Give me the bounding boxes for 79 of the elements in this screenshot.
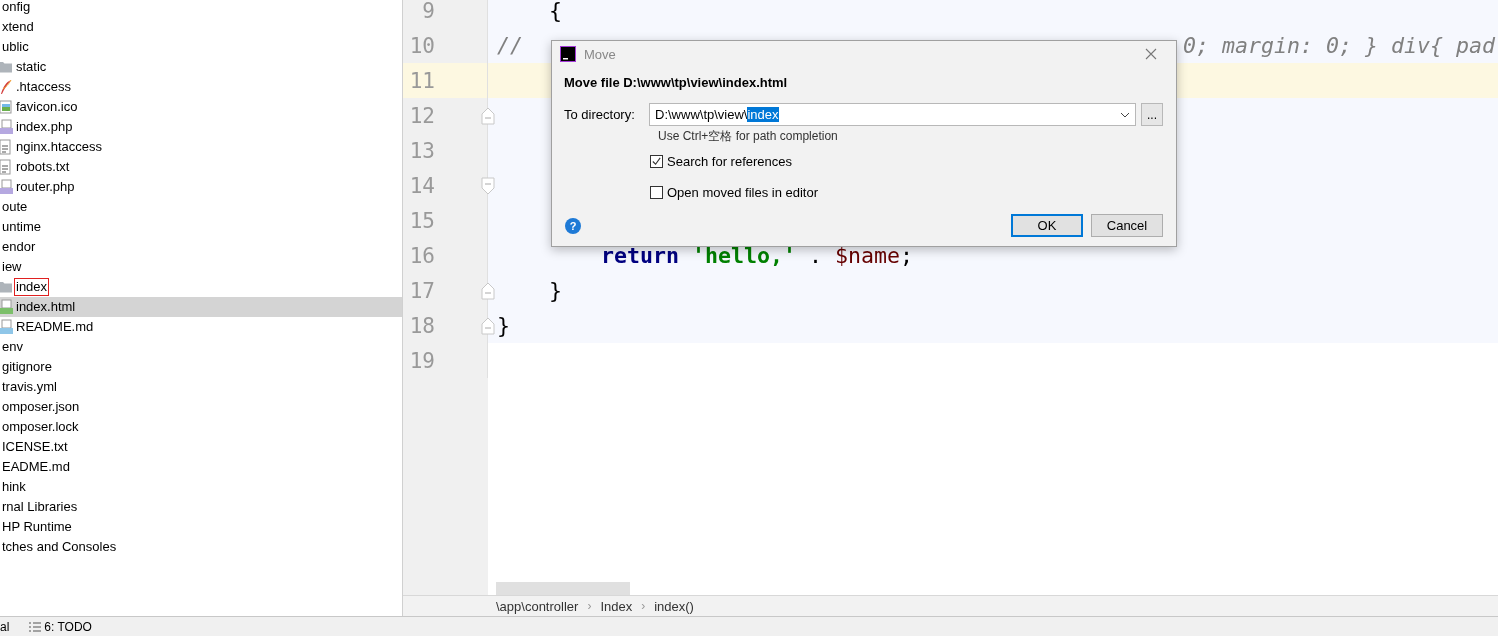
line-number: 10 bbox=[408, 33, 435, 58]
line-number: 13 bbox=[408, 138, 435, 163]
breadcrumb-item[interactable]: \app\controller bbox=[496, 598, 579, 614]
tree-item[interactable]: index.html bbox=[0, 297, 402, 317]
code-text: { bbox=[548, 0, 562, 23]
dialog-heading: Move file D:\www\tp\view\index.html bbox=[564, 75, 789, 91]
tree-item[interactable]: README.md bbox=[0, 317, 402, 337]
tree-item[interactable]: env bbox=[0, 337, 402, 357]
tree-item[interactable]: EADME.md bbox=[0, 457, 402, 477]
breadcrumb-item[interactable]: index() bbox=[654, 598, 694, 614]
tree-item[interactable]: tches and Consoles bbox=[0, 537, 402, 557]
code-text: $name bbox=[835, 243, 901, 268]
tree-item[interactable]: router.php bbox=[0, 177, 402, 197]
line-number: 11 bbox=[408, 68, 435, 93]
list-icon bbox=[29, 621, 42, 632]
tree-item[interactable]: iew bbox=[0, 257, 402, 277]
html-file-icon bbox=[0, 299, 13, 315]
code-text: } bbox=[497, 313, 510, 338]
checkbox[interactable] bbox=[650, 186, 663, 199]
tree-item[interactable]: index bbox=[0, 277, 402, 297]
help-button[interactable]: ? bbox=[565, 217, 581, 234]
code-text: return bbox=[600, 243, 679, 268]
tree-item[interactable]: favicon.ico bbox=[0, 97, 402, 117]
tree-item[interactable]: gitignore bbox=[0, 357, 402, 377]
tree-item[interactable]: rnal Libraries bbox=[0, 497, 402, 517]
code-text: . bbox=[808, 243, 824, 268]
line-number: 17 bbox=[408, 278, 435, 303]
code-text: // bbox=[497, 33, 523, 58]
app-logo-icon bbox=[560, 46, 576, 62]
tree-item[interactable]: ICENSE.txt bbox=[0, 437, 402, 457]
breadcrumb-item[interactable]: Index bbox=[600, 598, 633, 614]
line-number: 12 bbox=[408, 103, 435, 128]
code-text: ; bbox=[900, 243, 914, 268]
line-number: 18 bbox=[408, 313, 435, 338]
close-icon[interactable] bbox=[1145, 48, 1157, 60]
tree-item[interactable]: ublic bbox=[0, 37, 402, 57]
hint-text: Use Ctrl+空格 for path completion bbox=[658, 128, 839, 145]
fold-marker-icon[interactable] bbox=[481, 176, 495, 195]
tree-item[interactable]: hink bbox=[0, 477, 402, 497]
line-number: 15 bbox=[408, 208, 435, 233]
dialog-button[interactable]: Cancel bbox=[1091, 214, 1163, 237]
tree-item[interactable]: untime bbox=[0, 217, 402, 237]
dialog-button[interactable]: OK bbox=[1011, 214, 1083, 237]
tree-item[interactable]: .htaccess bbox=[0, 77, 402, 97]
tree-item[interactable]: onfig bbox=[0, 0, 402, 17]
tree-item[interactable]: nginx.htaccess bbox=[0, 137, 402, 157]
breadcrumb-separator: › bbox=[587, 599, 592, 613]
line-number: 16 bbox=[408, 243, 435, 268]
line-number: 14 bbox=[408, 173, 435, 198]
line-number: 19 bbox=[408, 348, 435, 373]
tree-item[interactable]: robots.txt bbox=[0, 157, 402, 177]
tree-item[interactable]: HP Runtime bbox=[0, 517, 402, 537]
tool-window-tab[interactable]: 6: TODO bbox=[44, 619, 92, 634]
tree-item[interactable]: omposer.json bbox=[0, 397, 402, 417]
tree-item[interactable]: index.php bbox=[0, 117, 402, 137]
folder-icon bbox=[0, 279, 13, 295]
code-text: 0; margin: 0; } div{ pad bbox=[1183, 33, 1496, 58]
folder-icon bbox=[0, 59, 13, 75]
tree-item[interactable]: xtend bbox=[0, 17, 402, 37]
checkbox-label[interactable]: Open moved files in editor bbox=[667, 185, 819, 200]
line-number: 9 bbox=[421, 0, 435, 23]
checkbox-label[interactable]: Search for references bbox=[667, 154, 792, 169]
feather-icon bbox=[0, 79, 13, 95]
tree-item[interactable]: travis.yml bbox=[0, 377, 402, 397]
tree-item[interactable]: static bbox=[0, 57, 402, 77]
field-label: To directory: bbox=[564, 107, 636, 122]
directory-field[interactable]: D:\www\tp\view\index bbox=[649, 103, 1136, 126]
checkbox[interactable] bbox=[650, 155, 663, 168]
dialog-title: Move bbox=[584, 46, 616, 62]
caret-icon[interactable] bbox=[1120, 111, 1130, 118]
tool-window-tab[interactable]: al bbox=[0, 619, 10, 634]
browse-button[interactable]: ... bbox=[1141, 103, 1163, 126]
breadcrumb-separator: › bbox=[641, 599, 646, 613]
scrollbar-thumb[interactable] bbox=[496, 582, 630, 595]
tree-item[interactable]: oute bbox=[0, 197, 402, 217]
code-text: } bbox=[548, 278, 562, 303]
tree-item[interactable]: omposer.lock bbox=[0, 417, 402, 437]
code-text: 'hello,' bbox=[691, 243, 797, 268]
tree-item[interactable]: endor bbox=[0, 237, 402, 257]
